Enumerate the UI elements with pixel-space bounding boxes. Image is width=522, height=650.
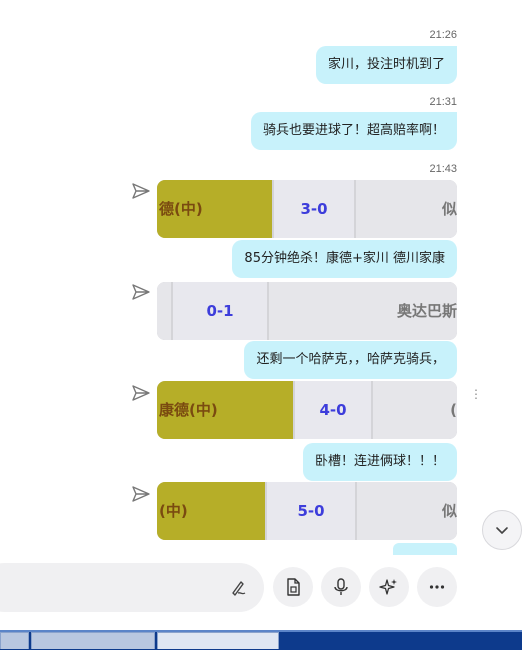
ai-button[interactable] — [369, 567, 409, 607]
message-bubble[interactable]: 卧槽！连进俩球！！！ — [302, 443, 457, 481]
send-icon[interactable] — [131, 484, 151, 504]
card-score: 4-0 — [295, 381, 371, 439]
message-bubble[interactable]: 骑兵也要进球了！超高赔率啊！ — [250, 112, 457, 150]
message-bubble[interactable]: 85分钟绝杀！康德+家川 德川家康 — [232, 240, 457, 278]
sparkle-icon — [379, 579, 397, 595]
file-button[interactable] — [273, 567, 313, 607]
card-team-label: 康德(中) — [157, 381, 295, 439]
card-team-label — [157, 282, 171, 340]
card-rest-label: 似 — [356, 180, 457, 238]
image-card[interactable]: 德(中) 3-0 似 — [157, 180, 457, 238]
handwriting-icon[interactable] — [229, 578, 249, 598]
chevron-down-icon — [496, 527, 508, 534]
card-team-label: (中) — [157, 482, 267, 540]
card-team-label: 德(中) — [157, 180, 274, 238]
card-score: 5-0 — [267, 482, 355, 540]
message-bubble[interactable]: 还剩一个哈萨克，，哈萨克骑兵， — [244, 341, 457, 379]
card-rest-label: 奥达巴斯 — [269, 282, 457, 340]
chat-area[interactable]: 21:26 家川，投注时机到了 21:31 骑兵也要进球了！超高赔率啊！ 21:… — [0, 0, 522, 555]
send-icon[interactable] — [131, 282, 151, 302]
more-icon — [429, 585, 445, 589]
more-button[interactable] — [417, 567, 457, 607]
message-timestamp: 21:26 — [429, 29, 457, 41]
message-bubble-partial[interactable] — [393, 543, 457, 555]
taskbar-item[interactable] — [31, 632, 155, 649]
message-timestamp: 21:43 — [429, 163, 457, 175]
send-icon[interactable] — [131, 181, 151, 201]
image-card[interactable]: 康德(中) 4-0 ( — [157, 381, 457, 439]
scroll-down-button[interactable] — [482, 510, 522, 550]
message-options-icon[interactable]: ⋮ — [470, 386, 482, 402]
message-input[interactable] — [0, 563, 264, 612]
message-timestamp: 21:31 — [429, 96, 457, 108]
taskbar-item[interactable] — [0, 632, 29, 649]
card-score: 3-0 — [274, 180, 354, 238]
voice-button[interactable] — [321, 567, 361, 607]
card-rest-label: ( — [373, 381, 457, 439]
card-rest-label: 似 — [357, 482, 457, 540]
message-bubble[interactable]: 家川，投注时机到了 — [315, 46, 457, 84]
microphone-icon — [334, 578, 348, 595]
image-card[interactable]: (中) 5-0 似 — [157, 482, 457, 540]
send-icon[interactable] — [131, 383, 151, 403]
image-card[interactable]: 0-1 奥达巴斯 — [157, 282, 457, 340]
file-icon — [287, 578, 300, 596]
card-score: 0-1 — [173, 282, 267, 340]
taskbar-item-active[interactable] — [157, 632, 279, 649]
